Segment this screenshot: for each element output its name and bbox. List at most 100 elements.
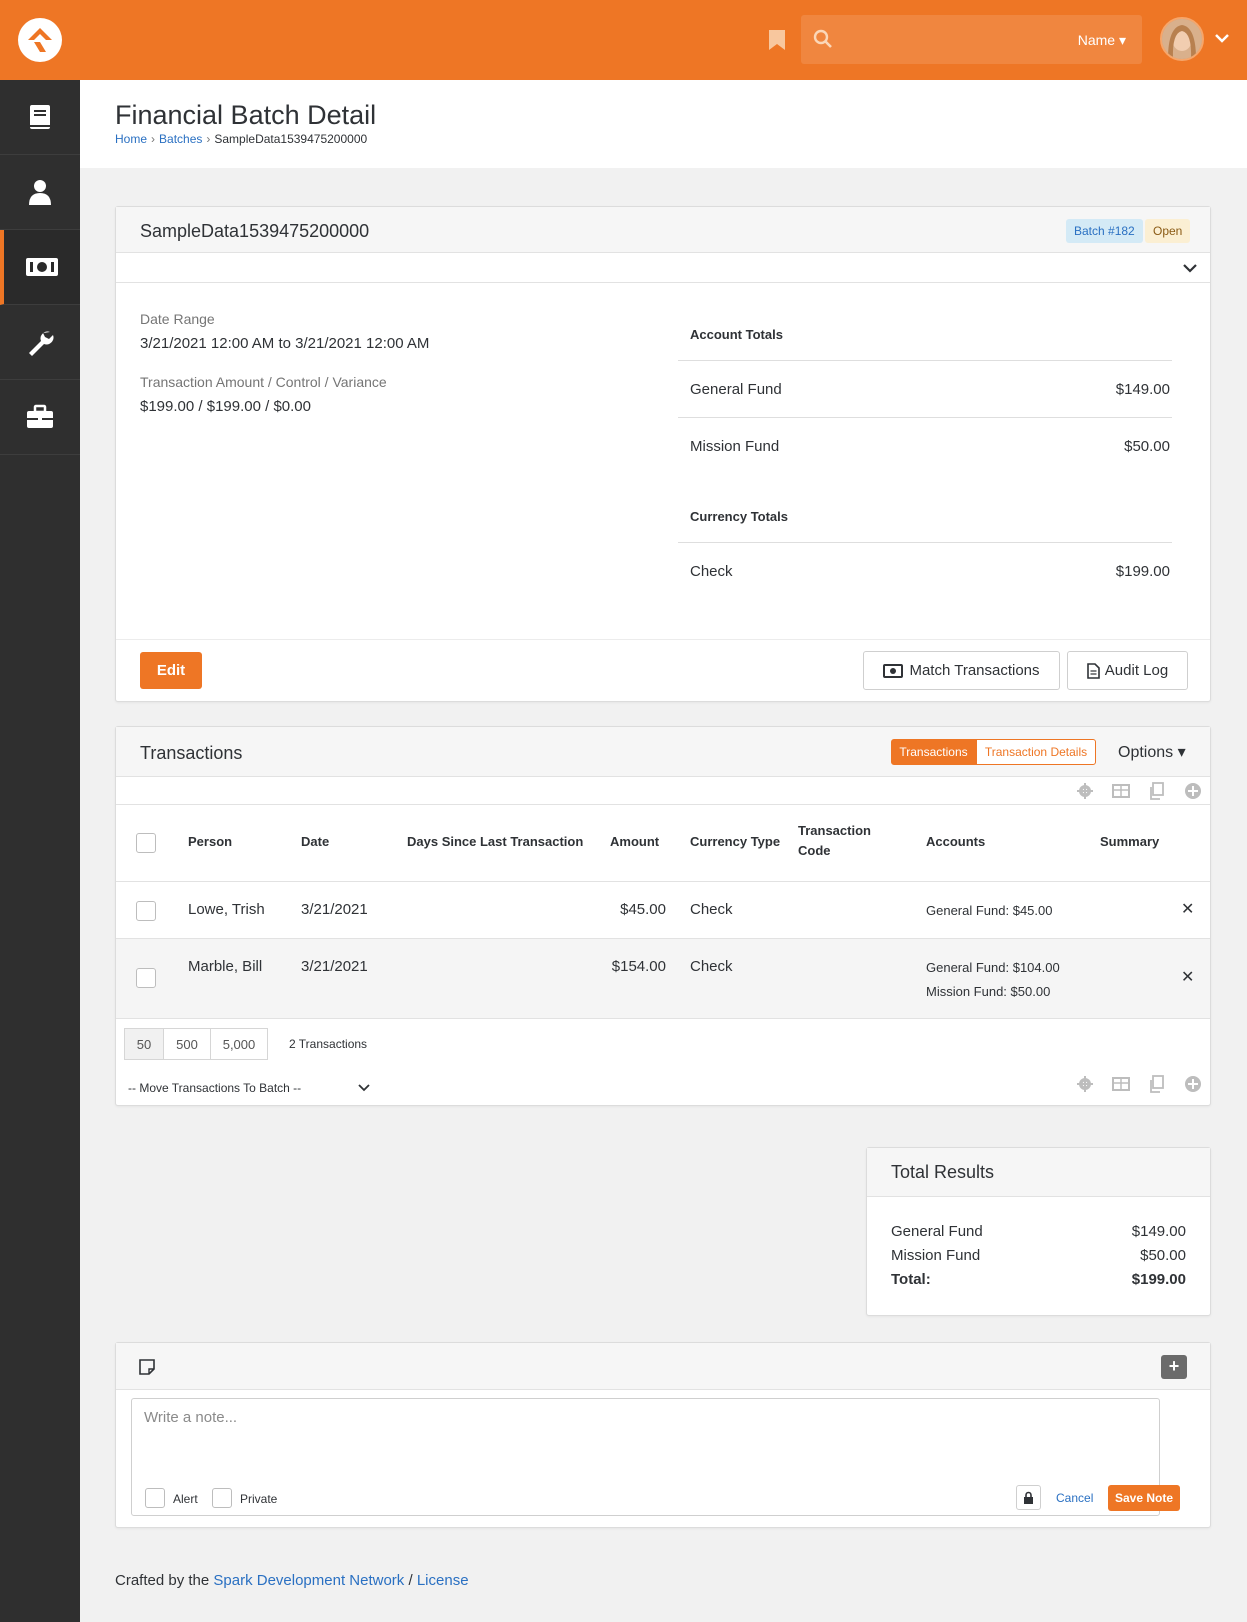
table-icon[interactable] bbox=[1112, 1075, 1130, 1093]
total-results-name: General Fund bbox=[891, 1223, 983, 1240]
toggle-transactions[interactable]: Transactions bbox=[891, 739, 976, 765]
match-transactions-button[interactable]: Match Transactions bbox=[863, 651, 1060, 690]
column-header-currency-type[interactable]: Currency Type bbox=[690, 832, 780, 852]
move-to-batch-select[interactable]: -- Move Transactions To Batch -- bbox=[128, 1081, 370, 1095]
row-checkbox[interactable] bbox=[136, 901, 156, 921]
sidebar-item-admin[interactable] bbox=[0, 380, 80, 455]
total-label: Total: bbox=[891, 1271, 931, 1288]
private-checkbox[interactable] bbox=[212, 1488, 232, 1508]
chevron-down-icon[interactable] bbox=[1182, 262, 1198, 274]
total-results-row: General Fund $149.00 bbox=[891, 1223, 1186, 1240]
batch-panel-header: SampleData1539475200000 Batch #182 Open bbox=[116, 207, 1210, 253]
chevron-down-icon[interactable] bbox=[1214, 32, 1230, 44]
page-size-5000[interactable]: 5,000 bbox=[210, 1028, 268, 1060]
chevron-right-icon: › bbox=[206, 132, 211, 146]
row-checkbox[interactable] bbox=[136, 968, 156, 988]
batch-status-badge: Open bbox=[1145, 219, 1191, 243]
cell-date: 3/21/2021 bbox=[301, 901, 368, 918]
cell-account: General Fund: $45.00 bbox=[926, 903, 1053, 918]
transactions-panel-header: Transactions Transactions Transaction De… bbox=[116, 727, 1210, 777]
column-header-summary[interactable]: Summary bbox=[1100, 832, 1159, 852]
grid-actions-top bbox=[116, 777, 1210, 805]
save-note-button[interactable]: Save Note bbox=[1108, 1485, 1180, 1511]
cell-currency-type: Check bbox=[690, 901, 733, 918]
bookmark-icon[interactable] bbox=[768, 29, 786, 51]
column-header-person[interactable]: Person bbox=[188, 832, 232, 852]
total-results-header: Total Results bbox=[867, 1148, 1210, 1197]
search-scope-dropdown[interactable]: Name ▾ bbox=[1078, 32, 1126, 49]
cell-account: General Fund: $104.00 bbox=[926, 960, 1060, 975]
security-lock-button[interactable] bbox=[1016, 1485, 1041, 1510]
copy-icon[interactable] bbox=[1148, 1075, 1166, 1093]
total-results-panel: Total Results General Fund $149.00 Missi… bbox=[866, 1147, 1211, 1316]
lock-icon bbox=[1024, 1491, 1033, 1504]
gear-icon[interactable] bbox=[1076, 782, 1094, 800]
alert-label: Alert bbox=[173, 1492, 198, 1506]
search-box[interactable]: Name ▾ bbox=[801, 15, 1142, 64]
note-icon bbox=[139, 1359, 155, 1375]
spark-link[interactable]: Spark Development Network bbox=[213, 1572, 404, 1589]
copy-icon[interactable] bbox=[1148, 782, 1166, 800]
briefcase-icon bbox=[27, 404, 53, 428]
chevron-right-icon: › bbox=[151, 132, 156, 146]
batch-number-badge: Batch #182 bbox=[1066, 219, 1143, 243]
page-size-50[interactable]: 50 bbox=[124, 1028, 164, 1060]
amount-label: Transaction Amount / Control / Variance bbox=[140, 374, 387, 390]
table-icon[interactable] bbox=[1112, 782, 1130, 800]
gear-icon[interactable] bbox=[1076, 1075, 1094, 1093]
options-dropdown[interactable]: Options ▾ bbox=[1118, 742, 1186, 762]
license-link[interactable]: License bbox=[417, 1572, 469, 1589]
add-circle-icon[interactable] bbox=[1184, 782, 1202, 800]
search-icon bbox=[813, 29, 832, 48]
plus-icon: + bbox=[1168, 1356, 1180, 1376]
audit-log-button[interactable]: Audit Log bbox=[1067, 651, 1188, 690]
page-title: Financial Batch Detail bbox=[115, 100, 377, 130]
divider bbox=[116, 1018, 1210, 1019]
sidebar-item-finance[interactable] bbox=[0, 230, 80, 305]
notes-panel: + Alert Private Cancel Save Note bbox=[115, 1342, 1211, 1528]
column-header-amount[interactable]: Amount bbox=[610, 832, 659, 852]
column-header-days-since[interactable]: Days Since Last Transaction bbox=[407, 832, 583, 852]
add-circle-icon[interactable] bbox=[1184, 1075, 1202, 1093]
add-note-button[interactable]: + bbox=[1161, 1355, 1187, 1379]
table-row[interactable]: Marble, Bill 3/21/2021 $154.00 Check Gen… bbox=[116, 939, 1210, 1018]
transactions-title: Transactions bbox=[140, 743, 243, 763]
alert-checkbox[interactable] bbox=[145, 1488, 165, 1508]
top-bar: Name ▾ bbox=[0, 0, 1247, 80]
select-all-checkbox[interactable] bbox=[136, 833, 156, 853]
breadcrumb-batches[interactable]: Batches bbox=[159, 132, 202, 146]
delete-row-icon[interactable]: ✕ bbox=[1181, 967, 1194, 987]
private-label: Private bbox=[240, 1492, 278, 1506]
sidebar-item-content[interactable] bbox=[0, 80, 80, 155]
column-header-transaction-code[interactable]: Transaction Code bbox=[798, 821, 871, 861]
cancel-note-link[interactable]: Cancel bbox=[1056, 1491, 1093, 1505]
cell-amount: $154.00 bbox=[611, 958, 666, 975]
sidebar-item-tools[interactable] bbox=[0, 305, 80, 380]
column-header-date[interactable]: Date bbox=[301, 832, 329, 852]
toggle-transaction-details[interactable]: Transaction Details bbox=[976, 739, 1096, 765]
caret-down-icon: ▾ bbox=[1118, 32, 1126, 48]
divider bbox=[116, 639, 1210, 640]
batch-collapse-bar[interactable] bbox=[116, 253, 1210, 283]
note-textarea[interactable] bbox=[132, 1399, 1159, 1485]
note-editor: Alert Private Cancel Save Note bbox=[131, 1398, 1180, 1516]
edit-button[interactable]: Edit bbox=[140, 652, 202, 689]
file-icon bbox=[1086, 662, 1100, 679]
avatar[interactable] bbox=[1160, 17, 1204, 61]
page-size-500[interactable]: 500 bbox=[163, 1028, 211, 1060]
breadcrumb-home[interactable]: Home bbox=[115, 132, 147, 146]
footer-separator: / bbox=[408, 1572, 413, 1589]
table-row[interactable]: Lowe, Trish 3/21/2021 $45.00 Check Gener… bbox=[116, 882, 1210, 938]
delete-row-icon[interactable]: ✕ bbox=[1181, 899, 1194, 919]
currency-total-name: Check bbox=[690, 563, 733, 580]
column-header-accounts[interactable]: Accounts bbox=[926, 832, 985, 852]
sidebar-item-people[interactable] bbox=[0, 155, 80, 230]
match-transactions-label: Match Transactions bbox=[909, 662, 1040, 679]
move-to-batch-label: -- Move Transactions To Batch -- bbox=[128, 1081, 302, 1095]
total-results-value: $50.00 bbox=[1140, 1247, 1186, 1264]
breadcrumb: Home › Batches › SampleData1539475200000 bbox=[115, 132, 367, 146]
footer-prefix: Crafted by the bbox=[115, 1572, 210, 1589]
column-header-transaction-code-line1: Transaction bbox=[798, 823, 871, 838]
rock-logo-icon[interactable] bbox=[18, 18, 62, 62]
total-results-value: $149.00 bbox=[1131, 1223, 1186, 1240]
